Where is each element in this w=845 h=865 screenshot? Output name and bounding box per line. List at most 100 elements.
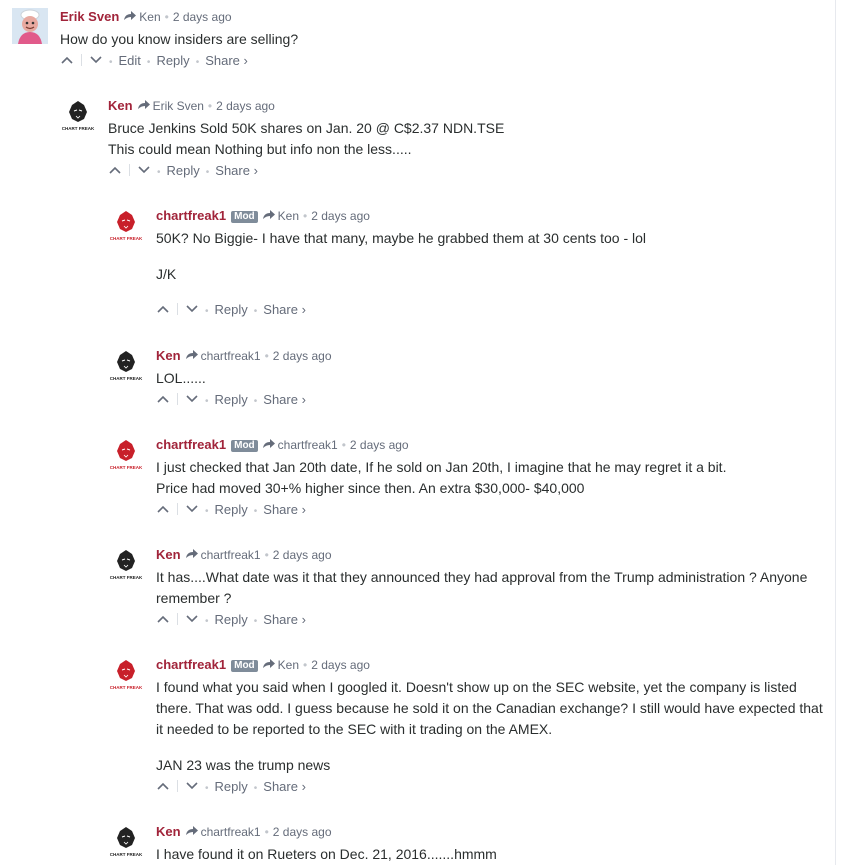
downvote-icon[interactable] xyxy=(185,394,199,404)
vote-divider xyxy=(177,503,178,515)
downvote-icon[interactable] xyxy=(89,55,103,65)
comment-text: How do you know insiders are selling? xyxy=(60,29,830,50)
parent-author[interactable]: Ken xyxy=(139,10,160,24)
comment-paragraph: I have found it on Rueters on Dec. 21, 2… xyxy=(156,846,497,862)
avatar-caption: CHART FREAK xyxy=(62,126,95,131)
timestamp[interactable]: 2 days ago xyxy=(311,658,370,672)
upvote-icon[interactable] xyxy=(156,394,170,404)
author-name[interactable]: Ken xyxy=(156,348,181,363)
reply-link[interactable]: Reply xyxy=(215,502,248,517)
comment-actions: • Reply • Share › xyxy=(156,501,831,519)
mod-badge: Mod xyxy=(231,211,258,223)
comment-text: I found what you said when I googled it.… xyxy=(156,677,831,776)
meta-separator: • xyxy=(207,99,213,113)
author-name[interactable]: Ken xyxy=(156,547,181,562)
reply-arrow-icon xyxy=(185,826,199,836)
parent-author[interactable]: Ken xyxy=(278,658,299,672)
upvote-icon[interactable] xyxy=(156,781,170,791)
comment-paragraph: LOL...... xyxy=(156,370,206,386)
author-name[interactable]: chartfreak1 xyxy=(156,437,226,452)
timestamp[interactable]: 2 days ago xyxy=(273,349,332,363)
red-lion-logo-avatar[interactable]: CHART FREAK xyxy=(108,207,144,243)
action-separator: • xyxy=(253,506,258,517)
chef-character-avatar[interactable] xyxy=(12,8,48,44)
meta-separator: • xyxy=(264,825,269,839)
comment-meta: Ken chartfreak1 • 2 days ago xyxy=(156,347,831,365)
parent-author[interactable]: chartfreak1 xyxy=(278,438,338,452)
downvote-icon[interactable] xyxy=(185,614,199,624)
reply-arrow-icon xyxy=(262,659,276,669)
author-name[interactable]: chartfreak1 xyxy=(156,208,226,223)
red-lion-logo-avatar[interactable]: CHART FREAK xyxy=(108,436,144,472)
black-lion-logo-avatar[interactable]: CHART FREAK xyxy=(108,546,144,582)
author-name[interactable]: chartfreak1 xyxy=(156,657,226,672)
reply-arrow-icon xyxy=(262,210,276,220)
share-link[interactable]: Share › xyxy=(263,302,306,317)
reply-arrow-icon xyxy=(262,439,276,449)
upvote-icon[interactable] xyxy=(156,504,170,514)
timestamp[interactable]: 2 days ago xyxy=(311,209,370,223)
parent-author[interactable]: Ken xyxy=(278,209,299,223)
downvote-icon[interactable] xyxy=(185,504,199,514)
downvote-icon[interactable] xyxy=(185,304,199,314)
comment-line: This could mean Nothing but info non the… xyxy=(108,141,412,157)
parent-author[interactable]: Erik Sven xyxy=(153,99,204,113)
downvote-icon[interactable] xyxy=(185,781,199,791)
avatar-caption: CHART FREAK xyxy=(110,852,143,857)
black-lion-logo-avatar[interactable]: CHART FREAK xyxy=(108,823,144,859)
black-lion-logo-avatar[interactable]: CHART FREAK xyxy=(108,347,144,383)
vote-divider xyxy=(81,54,82,66)
timestamp[interactable]: 2 days ago xyxy=(350,438,409,452)
comment-meta: Erik Sven Ken • 2 days ago xyxy=(60,8,830,26)
action-separator: • xyxy=(146,57,151,68)
share-link[interactable]: Share › xyxy=(263,502,306,517)
share-link[interactable]: Share › xyxy=(263,612,306,627)
share-link[interactable]: Share › xyxy=(263,779,306,794)
author-name[interactable]: Ken xyxy=(108,98,133,113)
reply-link[interactable]: Reply xyxy=(215,392,248,407)
mod-badge: Mod xyxy=(231,440,258,452)
vote-divider xyxy=(177,303,178,315)
red-lion-logo-avatar[interactable]: CHART FREAK xyxy=(108,656,144,692)
upvote-icon[interactable] xyxy=(108,165,122,175)
meta-separator: • xyxy=(264,548,269,562)
comment-paragraph: J/K xyxy=(156,266,177,282)
timestamp[interactable]: 2 days ago xyxy=(216,99,275,113)
comment-actions: • Reply • Share › xyxy=(156,778,831,796)
comment-text: LOL...... xyxy=(156,368,831,389)
scroll-rail[interactable] xyxy=(835,0,836,865)
share-link[interactable]: Share › xyxy=(263,392,306,407)
author-name[interactable]: Erik Sven xyxy=(60,9,119,24)
action-separator: • xyxy=(205,783,209,794)
avatar-caption: CHART FREAK xyxy=(110,236,143,241)
downvote-icon[interactable] xyxy=(137,165,151,175)
vote-divider xyxy=(177,613,178,625)
action-separator: • xyxy=(253,396,258,407)
parent-author[interactable]: chartfreak1 xyxy=(201,349,261,363)
timestamp[interactable]: 2 days ago xyxy=(273,825,332,839)
comment-text: 50K? No Biggie- I have that many, maybe … xyxy=(156,228,831,285)
reply-link[interactable]: Reply xyxy=(156,53,189,68)
reply-link[interactable]: Reply xyxy=(167,163,200,178)
reply-link[interactable]: Reply xyxy=(215,302,248,317)
upvote-icon[interactable] xyxy=(156,304,170,314)
action-separator: • xyxy=(109,57,113,68)
black-lion-logo-avatar[interactable]: CHART FREAK xyxy=(60,97,96,133)
reply-link[interactable]: Reply xyxy=(215,612,248,627)
reply-arrow-icon xyxy=(137,100,151,110)
share-link[interactable]: Share › xyxy=(215,163,258,178)
comment-line: Price had moved 30+% higher since then. … xyxy=(156,480,585,496)
parent-author[interactable]: chartfreak1 xyxy=(201,825,261,839)
upvote-icon[interactable] xyxy=(156,614,170,624)
upvote-icon[interactable] xyxy=(60,55,74,65)
comment-meta: chartfreak1 Mod chartfreak1 • 2 days ago xyxy=(156,436,831,454)
edit-link[interactable]: Edit xyxy=(119,53,141,68)
timestamp[interactable]: 2 days ago xyxy=(273,548,332,562)
parent-author[interactable]: chartfreak1 xyxy=(201,548,261,562)
reply-link[interactable]: Reply xyxy=(215,779,248,794)
timestamp[interactable]: 2 days ago xyxy=(173,10,232,24)
reply-arrow-icon xyxy=(124,11,137,21)
comment-text: I have found it on Rueters on Dec. 21, 2… xyxy=(156,844,831,865)
author-name[interactable]: Ken xyxy=(156,824,181,839)
share-link[interactable]: Share › xyxy=(205,53,248,68)
